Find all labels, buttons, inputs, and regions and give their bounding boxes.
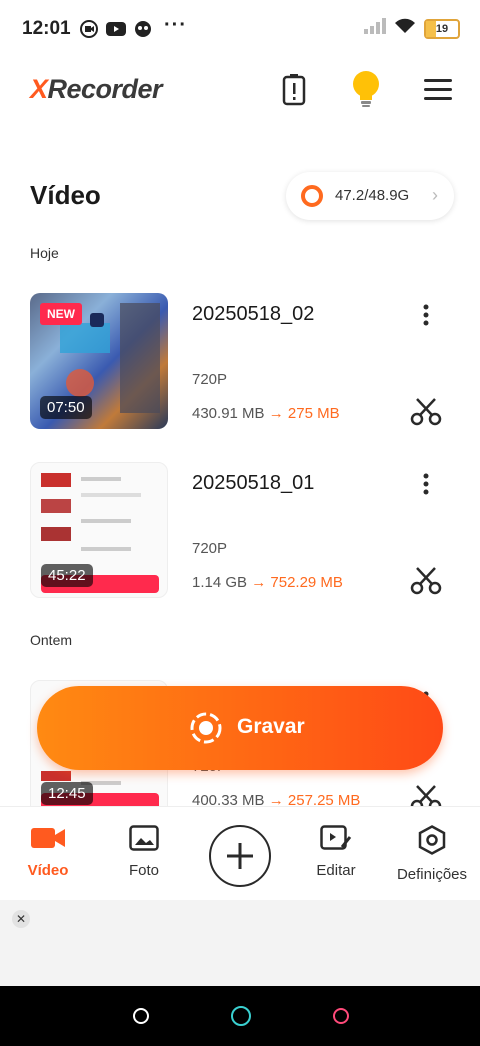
recent-apps-button[interactable] (133, 1008, 149, 1024)
wifi-icon (394, 18, 416, 39)
close-ad-icon[interactable]: ✕ (12, 910, 30, 928)
add-button[interactable] (209, 825, 271, 887)
video-resolution: 720P (192, 540, 228, 557)
video-title: 20250518_01 (192, 472, 315, 494)
video-thumbnail[interactable]: 45:22 (30, 462, 168, 598)
battery-level: 19 (435, 22, 449, 35)
video-thumbnail[interactable]: NEW 07:50 (30, 293, 168, 429)
compress-arrow: → (268, 405, 284, 422)
game-icon (134, 20, 152, 43)
compress-arrow: → (251, 574, 267, 591)
app-logo: XRecorder (30, 74, 163, 105)
status-system-icons: 19 (364, 18, 460, 39)
battery-saver-icon[interactable] (282, 74, 306, 111)
home-button[interactable] (231, 1006, 251, 1026)
nav-edit[interactable]: Editar (291, 825, 381, 879)
video-item[interactable]: NEW 07:50 20250518_02 720P 430.91 MB → 2… (0, 293, 480, 433)
menu-icon[interactable] (424, 78, 452, 107)
status-notification-icons (80, 20, 152, 43)
scissors-icon[interactable] (410, 784, 442, 806)
more-options-icon[interactable] (417, 303, 435, 332)
nav-video[interactable]: Vídeo (3, 825, 93, 879)
video-size: 430.91 MB → 275 MB (192, 405, 340, 422)
scissors-icon[interactable] (410, 397, 442, 432)
record-button[interactable]: Gravar (37, 686, 443, 770)
video-duration: 07:50 (40, 396, 92, 419)
page-title: Vídeo (30, 180, 101, 210)
youtube-icon (106, 21, 126, 42)
more-options-icon[interactable] (417, 472, 435, 501)
video-resolution: 720P (192, 371, 228, 388)
plus-icon (227, 843, 253, 869)
photo-icon (129, 825, 159, 855)
settings-icon (418, 825, 446, 859)
nav-settings[interactable]: Definições (387, 825, 477, 883)
logo-x: X (30, 74, 48, 104)
size-compressed: 752.29 MB (270, 574, 343, 591)
screen-recorder-icon (80, 20, 98, 43)
record-icon (189, 711, 223, 750)
system-nav-bar (0, 986, 480, 1046)
nav-video-label: Vídeo (27, 862, 69, 879)
status-time: 12:01 (22, 18, 71, 39)
size-original: 430.91 MB (192, 405, 265, 422)
nav-settings-label: Definições (396, 866, 468, 883)
battery-indicator: 19 (424, 18, 460, 39)
status-bar: 12:01 ··· 19 (0, 0, 480, 60)
storage-ring-icon (300, 184, 324, 213)
bottom-nav: Vídeo Foto Editar Definições (0, 806, 480, 901)
video-size: 400.33 MB → 257.25 MB (192, 792, 360, 806)
back-button[interactable] (333, 1008, 349, 1024)
status-more-dots: ··· (164, 14, 187, 36)
nav-photo[interactable]: Foto (99, 825, 189, 879)
logo-text: Recorder (47, 74, 163, 104)
app-bar: XRecorder (0, 60, 480, 130)
record-label: Gravar (237, 715, 305, 738)
ad-banner: ✕ (0, 900, 480, 986)
compress-arrow: → (268, 792, 284, 806)
nav-edit-label: Editar (316, 862, 356, 879)
signal-icon (364, 18, 386, 39)
video-camera-icon (31, 828, 65, 855)
scissors-icon[interactable] (410, 566, 442, 601)
size-original: 400.33 MB (192, 792, 265, 806)
video-item[interactable]: 45:22 20250518_01 720P 1.14 GB → 752.29 … (0, 462, 480, 602)
nav-photo-label: Foto (128, 862, 159, 879)
video-duration: 45:22 (41, 564, 93, 587)
storage-indicator[interactable]: 47.2/48.9G › (286, 172, 454, 220)
size-compressed: 257.25 MB (287, 792, 361, 806)
storage-text: 47.2/48.9G (335, 187, 410, 204)
lightbulb-icon[interactable] (350, 70, 382, 113)
chevron-right-icon: › (432, 185, 438, 205)
video-title: 20250518_02 (192, 303, 315, 325)
size-original: 1.14 GB (192, 574, 248, 591)
section-yesterday: Ontem (30, 632, 73, 648)
size-compressed: 275 MB (287, 405, 340, 422)
section-today: Hoje (30, 245, 59, 261)
video-duration: 12:45 (41, 782, 93, 805)
edit-video-icon (320, 825, 352, 855)
video-size: 1.14 GB → 752.29 MB (192, 574, 343, 591)
new-badge: NEW (40, 303, 82, 325)
